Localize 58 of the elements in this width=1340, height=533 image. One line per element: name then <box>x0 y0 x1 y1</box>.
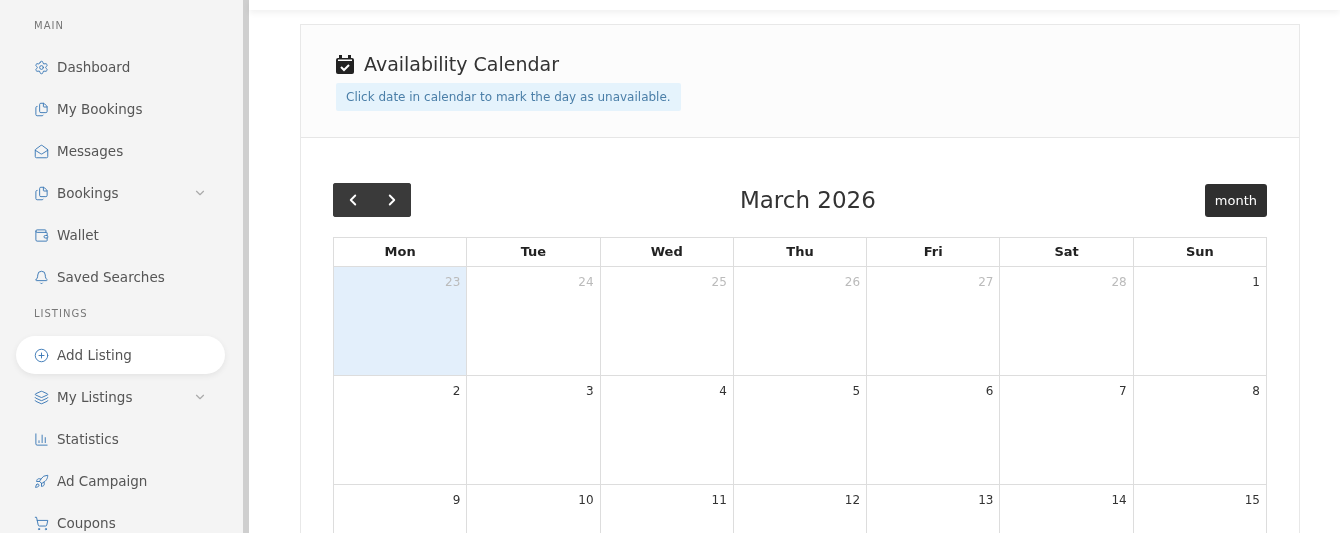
settings-icon <box>34 59 49 75</box>
day-number: 3 <box>585 384 594 398</box>
day-number: 6 <box>985 384 994 398</box>
documents-icon <box>34 185 49 201</box>
day-number: 23 <box>445 275 461 289</box>
day-number: 13 <box>978 493 994 507</box>
plus-circle-icon <box>34 347 49 363</box>
layers-icon <box>34 389 49 405</box>
day-number: 2 <box>452 384 461 398</box>
sidebar-item[interactable]: Coupons <box>16 504 225 533</box>
sidebar-item[interactable]: Bookings <box>16 174 225 212</box>
sidebar-item[interactable]: Statistics <box>16 420 225 458</box>
day-number: 25 <box>711 275 727 289</box>
sidebar-item[interactable]: Dashboard <box>16 48 225 86</box>
day-number: 9 <box>452 493 461 507</box>
cart-icon <box>34 515 49 531</box>
section-heading: MAIN <box>33 19 65 33</box>
sidebar-item[interactable]: Ad Campaign <box>16 462 225 500</box>
month-view-button[interactable]: month <box>1204 183 1267 217</box>
day-cell[interactable]: 2 <box>334 376 468 485</box>
day-cell[interactable]: 5 <box>733 376 868 485</box>
sidebar-item[interactable]: Saved Searches <box>16 258 225 296</box>
sidebar-item[interactable]: My Bookings <box>16 90 225 128</box>
sidebar-item[interactable]: Add Listing <box>16 336 225 374</box>
day-number: 15 <box>1244 493 1260 507</box>
sidebar-item[interactable]: Wallet <box>16 216 225 254</box>
day-cell[interactable]: 7 <box>1000 376 1134 485</box>
calendar-title: March 2026 <box>739 187 876 213</box>
day-number: 5 <box>852 384 861 398</box>
sidebar-item[interactable]: Messages <box>16 132 225 170</box>
day-number: 27 <box>978 275 994 289</box>
card-title: Availability Calendar <box>364 53 560 75</box>
day-number: 4 <box>719 384 727 398</box>
info-notice: Click date in calendar to mark the day as unavailable. <box>336 83 681 111</box>
documents-icon <box>34 101 49 117</box>
day-cell[interactable]: 4 <box>600 376 734 485</box>
day-cell[interactable]: 8 <box>1133 376 1267 485</box>
day-cell[interactable]: 6 <box>867 376 1001 485</box>
day-number: 14 <box>1111 493 1127 507</box>
day-number: 12 <box>844 493 861 507</box>
sidebar-item[interactable]: My Listings <box>16 378 225 416</box>
rocket-icon <box>34 473 49 489</box>
day-cell[interactable]: 3 <box>467 376 601 485</box>
day-number: 26 <box>844 275 861 289</box>
bar-chart-icon <box>34 431 49 447</box>
day-number: 24 <box>578 275 594 289</box>
day-number: 11 <box>711 493 727 507</box>
day-number: 10 <box>578 493 594 507</box>
envelope-icon <box>34 143 49 159</box>
day-number: 28 <box>1111 275 1127 289</box>
day-cell[interactable]: 1 <box>1133 267 1267 376</box>
day-number: 1 <box>1252 275 1260 289</box>
bell-icon <box>34 269 49 285</box>
day-number: 8 <box>1252 384 1260 398</box>
day-number: 7 <box>1119 384 1127 398</box>
section-heading: LISTINGS <box>33 307 89 321</box>
calendar-check-icon <box>336 54 354 74</box>
wallet-icon <box>34 227 49 243</box>
